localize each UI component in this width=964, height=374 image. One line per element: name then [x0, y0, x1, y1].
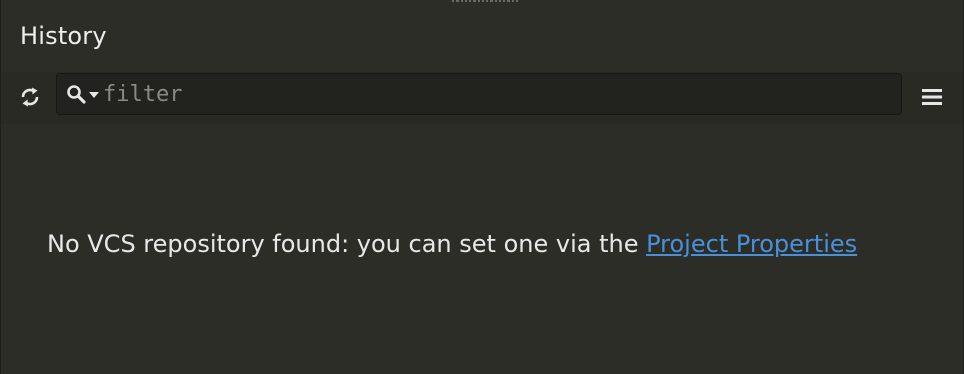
- search-input[interactable]: [103, 78, 883, 110]
- project-properties-link[interactable]: Project Properties: [646, 230, 857, 258]
- empty-state-message: No VCS repository found: you can set one…: [47, 228, 857, 260]
- panel-title: History: [20, 22, 107, 50]
- chevron-down-icon: [89, 92, 99, 98]
- menu-button[interactable]: [918, 83, 946, 111]
- panel-header: History: [1, 0, 963, 72]
- history-toolbar: [1, 72, 963, 124]
- refresh-button[interactable]: [16, 83, 44, 111]
- search-icon: [67, 85, 86, 104]
- empty-state-text: No VCS repository found: you can set one…: [47, 230, 639, 258]
- search-box: [56, 73, 902, 115]
- search-mode-dropdown[interactable]: [66, 83, 102, 107]
- hamburger-menu-icon: [922, 89, 942, 105]
- history-panel: History filter No VCS repository found: …: [0, 0, 964, 374]
- refresh-icon: [21, 87, 39, 107]
- history-content: No VCS repository found: you can set one…: [1, 124, 963, 374]
